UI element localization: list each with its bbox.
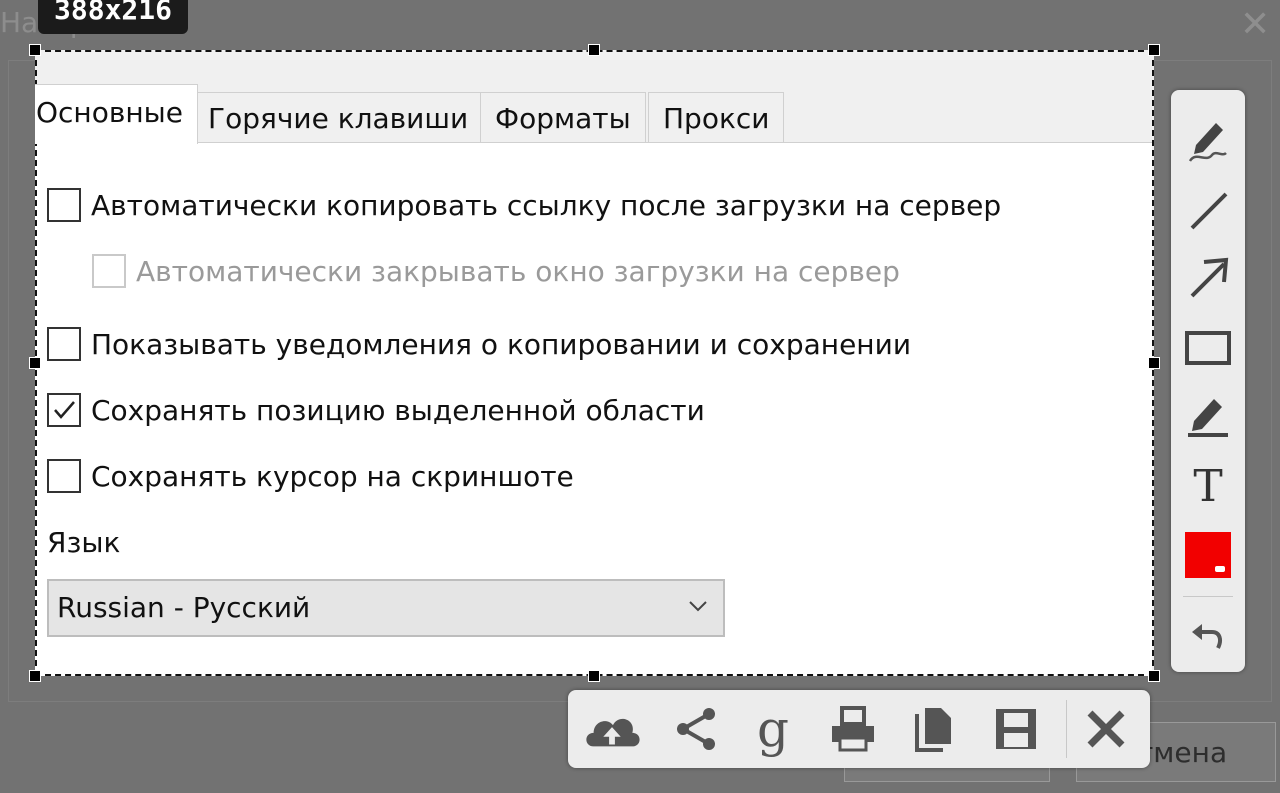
action-toolbar: g [568, 690, 1150, 768]
resize-handle-left[interactable] [29, 357, 41, 369]
resize-handle-top-right[interactable] [1148, 44, 1160, 56]
option-save-selection-position[interactable]: Сохранять позицию выделенной области [47, 393, 705, 427]
option-label: Автоматически закрывать окно загрузки на… [136, 254, 900, 288]
selection-size-label: 388x216 [38, 0, 189, 34]
option-auto-close-upload: Автоматически закрывать окно загрузки на… [92, 254, 900, 288]
arrow-icon[interactable] [1182, 252, 1234, 304]
option-label: Сохранять курсор на скриншоте [91, 459, 574, 493]
google-search-icon[interactable]: g [743, 700, 803, 758]
tab-formats[interactable]: Форматы [480, 92, 646, 142]
resize-handle-bottom-right[interactable] [1148, 670, 1160, 682]
tab-proxy[interactable]: Прокси [648, 92, 785, 142]
undo-icon[interactable] [1182, 610, 1234, 662]
tab-general[interactable]: Основные [35, 84, 199, 144]
background-close-icon[interactable]: ✕ [1240, 5, 1270, 45]
pen-icon[interactable] [1182, 114, 1234, 166]
check-icon [54, 401, 75, 419]
checkbox[interactable] [47, 188, 81, 222]
option-auto-copy-link[interactable]: Автоматически копировать ссылку после за… [47, 188, 1001, 222]
copy-icon[interactable] [904, 700, 964, 758]
chevron-down-icon [689, 601, 707, 612]
language-select[interactable]: Russian - Русский [47, 579, 725, 637]
print-icon[interactable] [823, 700, 883, 758]
color-picker[interactable] [1185, 532, 1231, 578]
drawing-toolbar: T [1171, 90, 1245, 672]
language-select-value: Russian - Русский [57, 591, 311, 624]
cloud-upload-icon[interactable] [582, 700, 642, 758]
option-label: Автоматически копировать ссылку после за… [91, 188, 1002, 222]
close-icon[interactable] [1076, 700, 1136, 758]
option-label: Показывать уведомления о копировании и с… [91, 327, 912, 361]
language-label: Язык [47, 526, 121, 559]
settings-panel: Автоматически копировать ссылку после за… [35, 143, 1152, 676]
option-label: Сохранять позицию выделенной области [91, 393, 705, 427]
checkbox-checked[interactable] [47, 393, 81, 427]
share-icon[interactable] [666, 700, 726, 758]
tab-hotkeys[interactable]: Горячие клавиши [193, 92, 484, 142]
resize-handle-right[interactable] [1148, 357, 1160, 369]
option-save-cursor[interactable]: Сохранять курсор на скриншоте [47, 459, 574, 493]
toolbar-separator [1183, 596, 1233, 597]
color-picker-indicator [1215, 566, 1225, 572]
toolbar-separator [1066, 700, 1067, 758]
checkbox[interactable] [47, 459, 81, 493]
marker-icon[interactable] [1182, 388, 1234, 440]
resize-handle-top-left[interactable] [29, 44, 41, 56]
screenshot-selection[interactable]: Основные Горячие клавиши Форматы Прокси … [35, 50, 1154, 676]
text-icon[interactable]: T [1182, 460, 1234, 512]
checkbox[interactable] [47, 327, 81, 361]
resize-handle-top[interactable] [588, 44, 600, 56]
resize-handle-bottom[interactable] [588, 670, 600, 682]
save-icon[interactable] [986, 700, 1046, 758]
checkbox [92, 254, 126, 288]
option-show-notifications[interactable]: Показывать уведомления о копировании и с… [47, 327, 911, 361]
resize-handle-bottom-left[interactable] [29, 670, 41, 682]
rectangle-icon[interactable] [1182, 322, 1234, 374]
line-icon[interactable] [1182, 184, 1234, 236]
